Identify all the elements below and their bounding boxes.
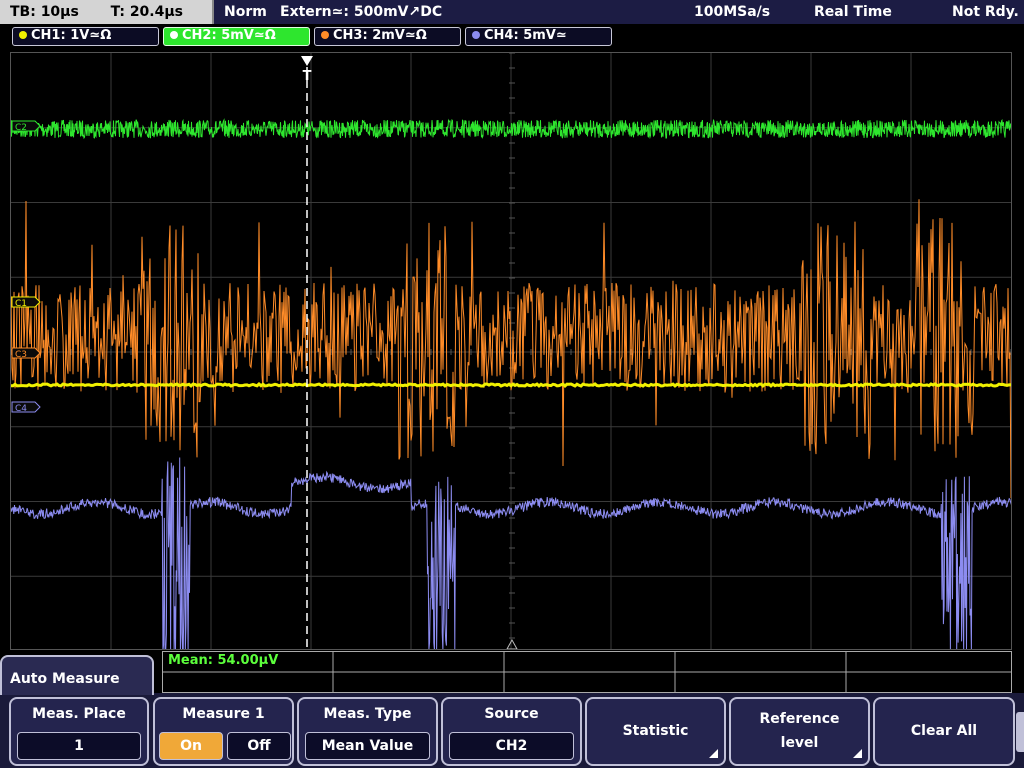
source-value[interactable]: CH2 xyxy=(449,732,574,760)
source-label: Source xyxy=(484,706,539,722)
menu-title: Auto Measure xyxy=(0,655,154,695)
meas-type-label: Meas. Type xyxy=(323,706,412,722)
c3-level-marker: C3 xyxy=(11,347,41,360)
sample-rate: 100MSa/s xyxy=(694,4,771,20)
reference-level-label-line1: Reference xyxy=(759,711,840,727)
trigger-status: Not Rdy. xyxy=(952,4,1019,20)
ch2-color-dot xyxy=(170,31,178,39)
channel-tab-label: CH4: 5mV≃ xyxy=(484,28,567,43)
measurement-grid xyxy=(163,652,1011,692)
ch1-color-dot xyxy=(19,31,27,39)
timebase-box[interactable]: TB: 10µs T: 20.4µs xyxy=(0,0,214,24)
channel-tab-ch1[interactable]: CH1: 1V≃Ω xyxy=(12,27,159,46)
trigger-mode[interactable]: Norm xyxy=(224,0,267,24)
reference-level-softkey[interactable]: Reference level xyxy=(729,697,870,766)
c2-marker-label: C2 xyxy=(15,123,27,133)
meas-place-label: Meas. Place xyxy=(32,706,126,722)
submenu-arrow-icon xyxy=(709,749,718,758)
c3-marker-label: C3 xyxy=(15,350,27,360)
channel-tab-label: CH3: 2mV≃Ω xyxy=(333,28,427,43)
source-softkey[interactable]: Source CH2 xyxy=(441,697,582,766)
c1-level-marker: C1 xyxy=(11,296,41,309)
center-marker xyxy=(506,638,518,649)
measure1-on-button[interactable]: On xyxy=(159,732,223,760)
channel-tab-ch2[interactable]: CH2: 5mV≃Ω xyxy=(163,27,310,46)
trigger-source[interactable]: Extern≃: 500mV↗DC xyxy=(280,0,442,24)
measure1-softkey[interactable]: Measure 1 On Off xyxy=(153,697,294,766)
timebase: TB: 10µs xyxy=(10,4,79,20)
c1-marker-label: C1 xyxy=(15,299,27,309)
trigger-time: T: 20.4µs xyxy=(110,4,183,20)
meas-place-value[interactable]: 1 xyxy=(17,732,141,760)
channel-tab-ch3[interactable]: CH3: 2mV≃Ω xyxy=(314,27,461,46)
meas-type-value[interactable]: Mean Value xyxy=(305,732,430,760)
submenu-arrow-icon xyxy=(853,749,862,758)
reference-level-label-line2: level xyxy=(780,735,819,751)
waveform-canvas: T C2 C1 C3 C4 xyxy=(11,53,1011,649)
ch4-color-dot xyxy=(472,31,480,39)
meas-type-softkey[interactable]: Meas. Type Mean Value xyxy=(297,697,438,766)
channel-tab-label: CH2: 5mV≃Ω xyxy=(182,28,276,43)
c2-level-marker: C2 xyxy=(11,120,41,133)
c4-marker-label: C4 xyxy=(15,404,27,414)
clear-all-label: Clear All xyxy=(910,723,978,739)
channel-tab-ch4[interactable]: CH4: 5mV≃ xyxy=(465,27,612,46)
waveform-display[interactable]: T C2 C1 C3 C4 xyxy=(10,52,1012,650)
measure1-label: Measure 1 xyxy=(182,706,265,722)
menu-scroll-tab[interactable] xyxy=(1016,712,1024,752)
ch1-waveform xyxy=(11,382,1011,389)
statistic-label: Statistic xyxy=(622,723,689,739)
c4-level-marker: C4 xyxy=(11,401,41,414)
statistic-softkey[interactable]: Statistic xyxy=(585,697,726,766)
measurement-result-bar xyxy=(162,651,1012,693)
clear-all-softkey[interactable]: Clear All xyxy=(873,697,1015,766)
acquisition-mode: Real Time xyxy=(814,4,892,20)
ch3-color-dot xyxy=(321,31,329,39)
measure1-off-button[interactable]: Off xyxy=(227,732,291,760)
meas-place-softkey[interactable]: Meas. Place 1 xyxy=(9,697,149,766)
channel-tab-label: CH1: 1V≃Ω xyxy=(31,28,112,43)
measurement-result: Mean: 54.00µV xyxy=(168,653,279,668)
trigger-marker-label: T xyxy=(303,69,312,84)
